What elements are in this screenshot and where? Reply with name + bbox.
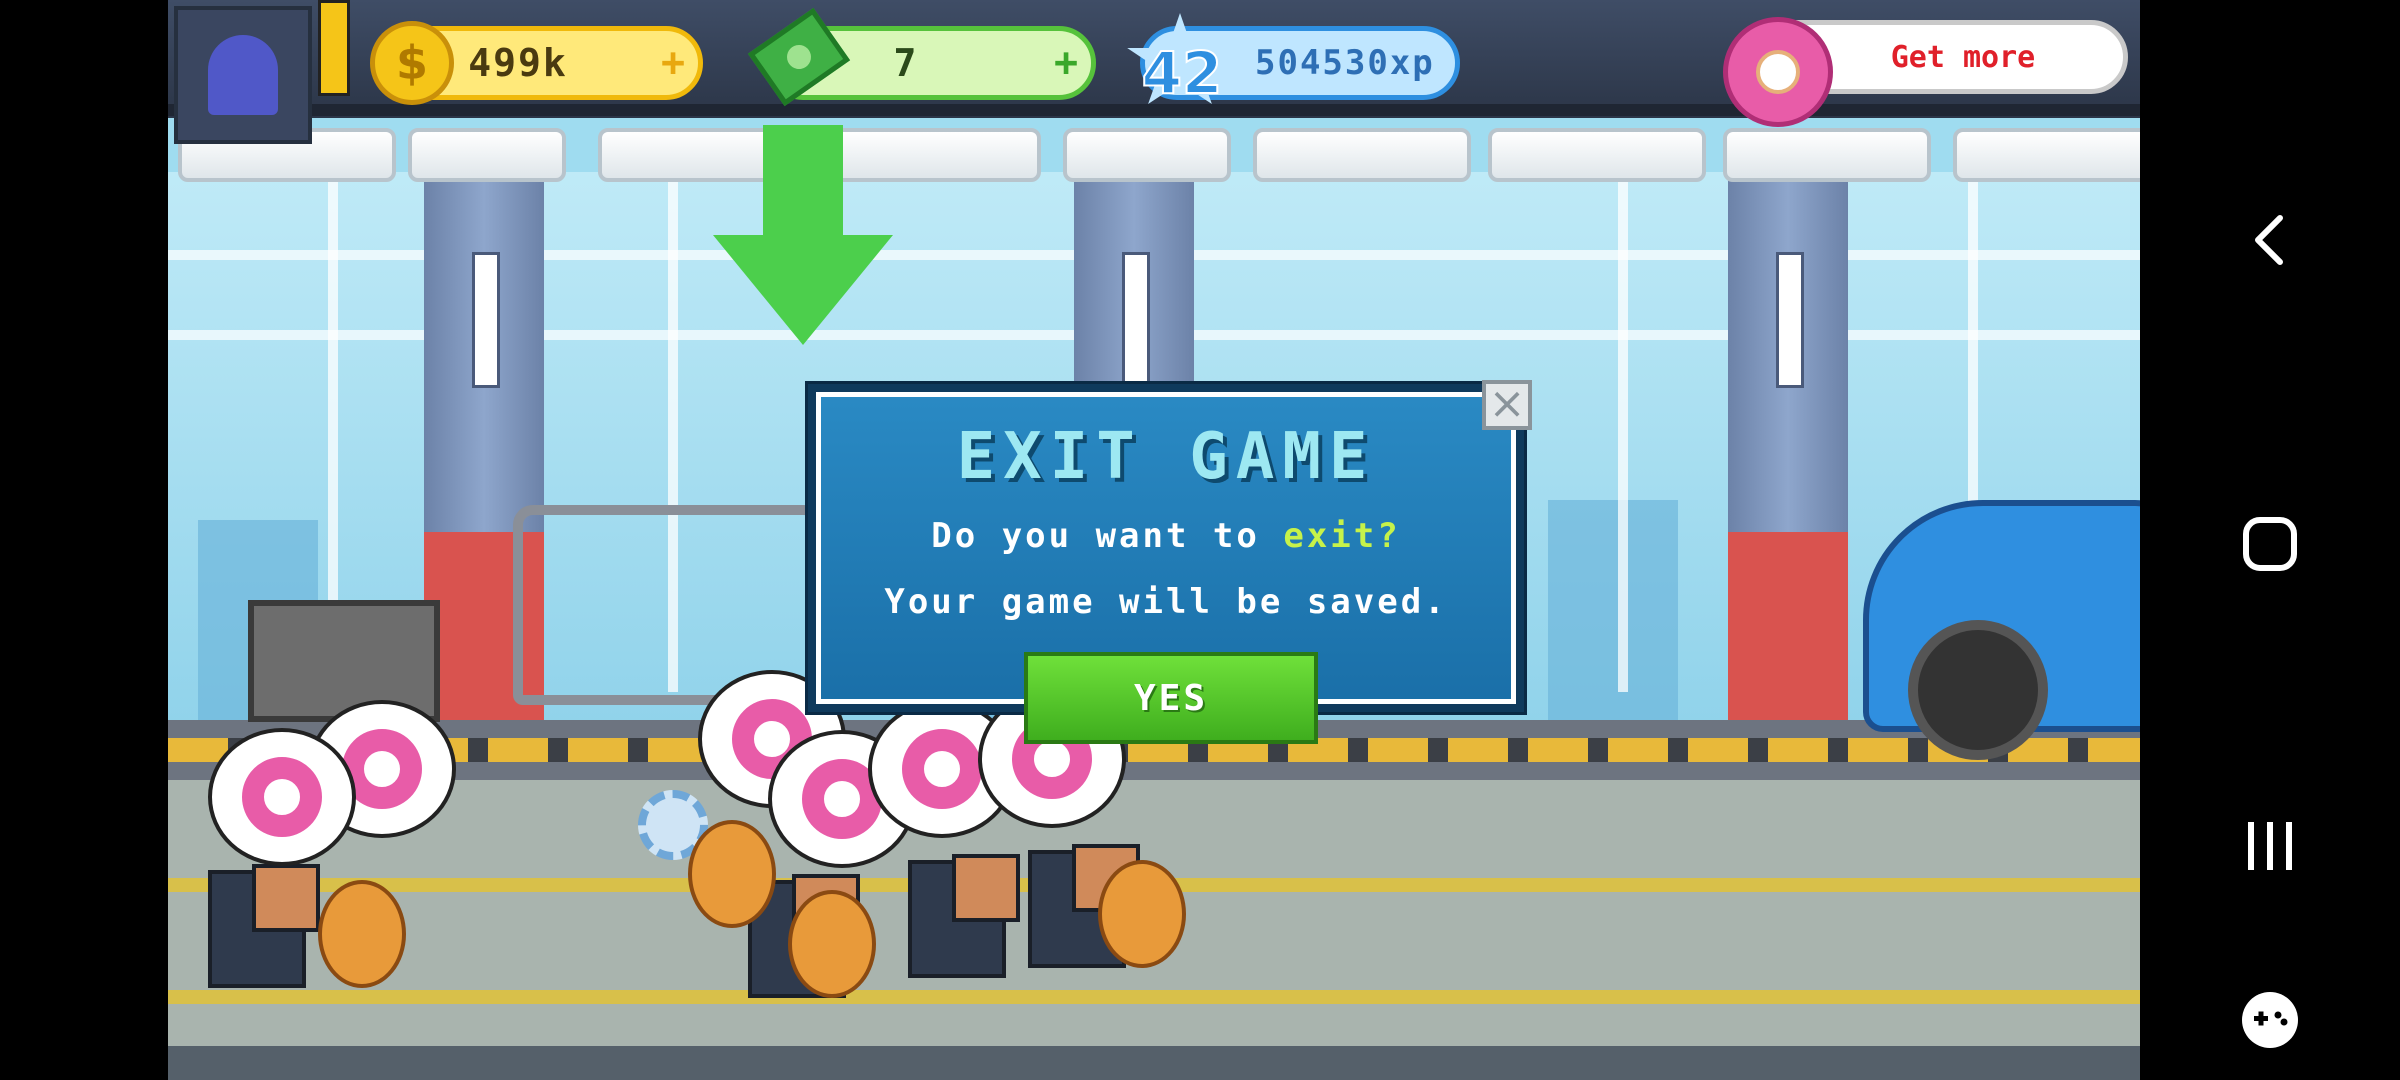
bun-character[interactable]: [788, 890, 876, 998]
dialog-save-note: Your game will be saved.: [884, 582, 1448, 622]
donut-speech-bubble[interactable]: [208, 728, 356, 866]
home-icon[interactable]: [2220, 494, 2320, 594]
ceiling-beam: [833, 128, 1041, 182]
coin-icon: $: [370, 21, 454, 105]
bun-character[interactable]: [1098, 860, 1186, 968]
city-skyline: [1548, 500, 1678, 720]
yes-button[interactable]: YES: [1024, 652, 1318, 744]
get-more-donuts-button[interactable]: Get more: [1723, 17, 2128, 127]
add-coins-button[interactable]: +: [648, 40, 698, 86]
green-arrow-icon: [763, 125, 843, 245]
ceiling-beam: [1488, 128, 1706, 182]
dialog-question-highlight: exit?: [1283, 516, 1401, 556]
donut-icon: [1723, 17, 1833, 127]
green-arrow-icon: [713, 235, 893, 345]
ceiling-beam: [1253, 128, 1471, 182]
close-icon[interactable]: ×: [1482, 380, 1532, 430]
ceiling-beam: [1953, 128, 2140, 182]
worker-character[interactable]: [908, 854, 1020, 978]
worker-character[interactable]: [208, 864, 320, 988]
game-viewport[interactable]: $ 499k + 7 + 42 504530xp Get more EXIT G…: [168, 0, 2140, 1080]
ceiling-beam: [408, 128, 566, 182]
dialog-title: EXIT GAME: [956, 420, 1376, 494]
level-value: 42: [1141, 38, 1224, 108]
engine-part[interactable]: [248, 600, 440, 722]
ceiling-beam: [1063, 128, 1231, 182]
add-cash-button[interactable]: +: [1041, 40, 1091, 86]
gamepad-icon[interactable]: [2220, 970, 2320, 1070]
back-icon[interactable]: [2220, 190, 2320, 290]
dialog-question: Do you want to exit?: [816, 516, 1516, 556]
bun-character[interactable]: [318, 880, 406, 988]
profile-icon[interactable]: [174, 6, 312, 144]
dialog-question-prefix: Do you want to: [931, 516, 1284, 556]
window-frame: [1618, 172, 1628, 692]
bun-character[interactable]: [688, 820, 776, 928]
recents-icon[interactable]: [2220, 796, 2320, 896]
ceiling-beam: [1723, 128, 1931, 182]
cash-counter[interactable]: 7 +: [747, 7, 1096, 107]
coins-counter[interactable]: $ 499k +: [370, 21, 703, 105]
xp-counter[interactable]: 42 504530xp: [1127, 13, 1460, 108]
system-navigation-bar: [2140, 0, 2400, 1080]
hud-marker: [318, 0, 350, 96]
car-wheel: [1908, 620, 2048, 760]
factory-pillar: [1728, 172, 1848, 762]
